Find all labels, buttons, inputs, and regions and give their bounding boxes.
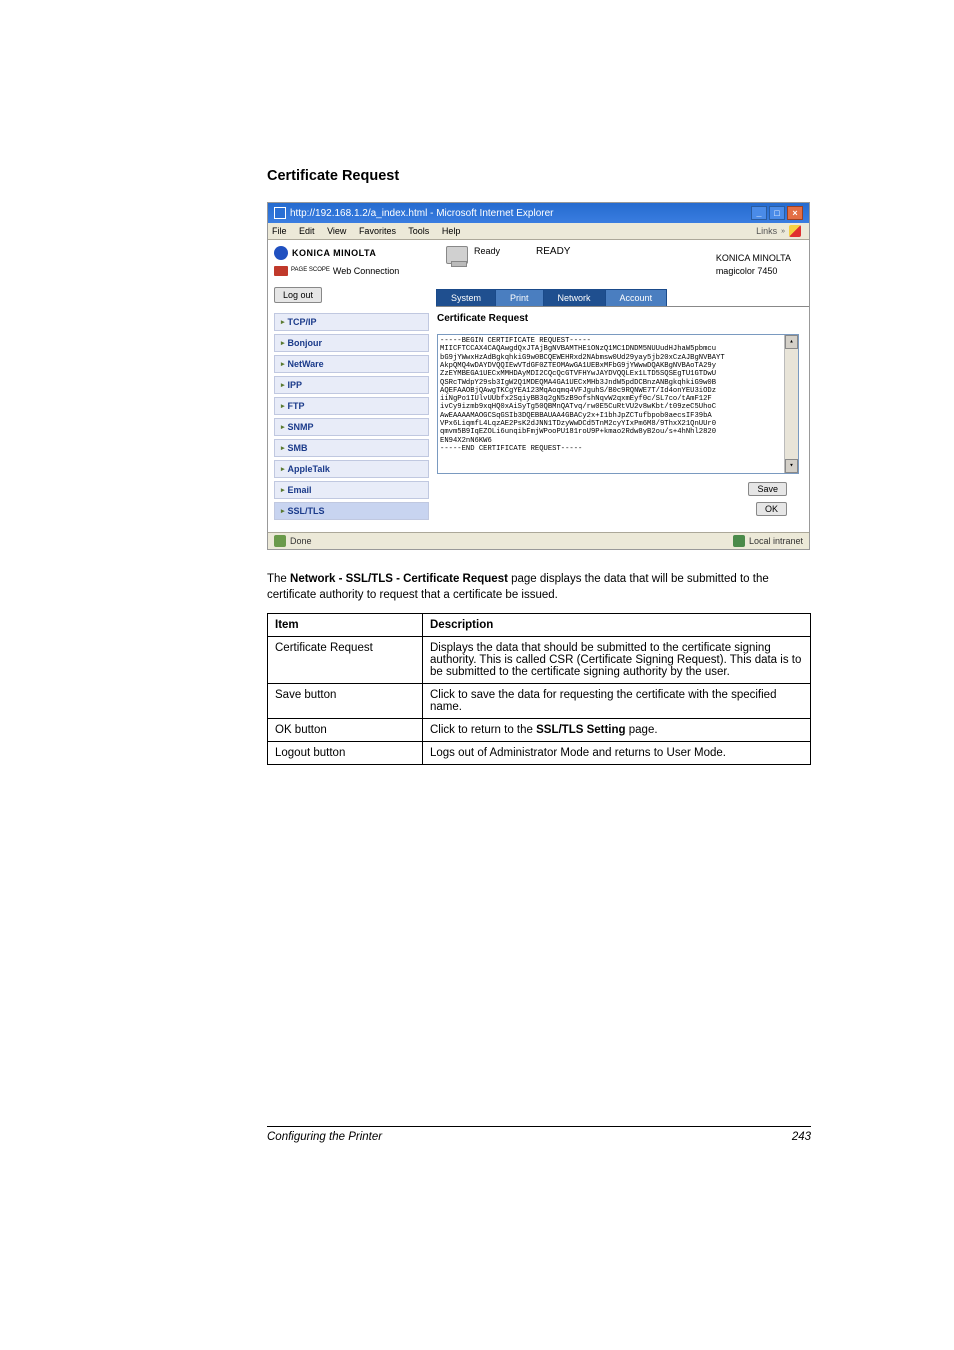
sidebar-item-ipp[interactable]: ▸IPP (274, 376, 429, 394)
status-done: Done (290, 536, 312, 546)
menu-favorites[interactable]: Favorites (359, 226, 396, 236)
close-icon[interactable]: × (787, 206, 803, 220)
links-label[interactable]: Links (756, 226, 777, 236)
tab-network[interactable]: Network (543, 289, 606, 306)
table-row: Save button Click to save the data for r… (268, 684, 811, 719)
page-title: Certificate Request (267, 168, 811, 184)
pagescope-prefix: PAGE SCOPE (291, 268, 330, 273)
save-button[interactable]: Save (748, 482, 787, 496)
printer-icon (446, 246, 468, 264)
chevron-right-icon: ▸ (281, 318, 285, 326)
tab-account[interactable]: Account (605, 289, 668, 306)
scroll-up-icon[interactable]: ▴ (785, 335, 798, 349)
status-zone: Local intranet (749, 536, 803, 546)
page-footer: Configuring the Printer 243 (267, 1126, 811, 1143)
tab-system[interactable]: System (436, 289, 496, 306)
sidebar-item-email[interactable]: ▸Email (274, 481, 429, 499)
window-title: http://192.168.1.2/a_index.html - Micros… (290, 208, 553, 219)
sidebar-item-ssltls[interactable]: ▸SSL/TLS (274, 502, 429, 520)
done-icon (274, 535, 286, 547)
chevron-right-icon: ▸ (281, 402, 285, 410)
printer-state: Ready (474, 246, 500, 256)
body-paragraph: The Network - SSL/TLS - Certificate Requ… (267, 572, 811, 603)
chevron-right-icon: ▸ (281, 444, 285, 452)
sidebar-item-bonjour[interactable]: ▸Bonjour (274, 334, 429, 352)
table-head-item: Item (268, 614, 423, 637)
logout-button[interactable]: Log out (274, 287, 322, 303)
minimize-icon[interactable]: _ (751, 206, 767, 220)
ie-status-bar: Done Local intranet (268, 532, 809, 549)
table-row: Logout button Logs out of Administrator … (268, 742, 811, 765)
sidebar-item-smb[interactable]: ▸SMB (274, 439, 429, 457)
scrollbar[interactable]: ▴▾ (784, 335, 798, 473)
km-logo-icon (274, 246, 288, 260)
table-head-description: Description (423, 614, 811, 637)
sidebar-item-netware[interactable]: ▸NetWare (274, 355, 429, 373)
printer-state-large: READY (536, 246, 570, 257)
window-titlebar: http://192.168.1.2/a_index.html - Micros… (268, 203, 809, 223)
menu-file[interactable]: File (272, 226, 287, 236)
header-brand: KONICA MINOLTA (716, 252, 791, 265)
scroll-down-icon[interactable]: ▾ (785, 459, 798, 473)
header-model: magicolor 7450 (716, 265, 791, 278)
section-title: Certificate Request (437, 313, 799, 324)
chevron-right-icon: ▸ (281, 423, 285, 431)
chevron-right-icon: ▸ (281, 360, 285, 368)
brand-label: KONICA MINOLTA (292, 248, 376, 258)
sidebar: ▸TCP/IP ▸Bonjour ▸NetWare ▸IPP ▸FTP ▸SNM… (268, 307, 435, 532)
chevron-right-icon: ▸ (281, 381, 285, 389)
menu-edit[interactable]: Edit (299, 226, 315, 236)
table-row: OK button Click to return to the SSL/TLS… (268, 719, 811, 742)
sidebar-item-appletalk[interactable]: ▸AppleTalk (274, 460, 429, 478)
tab-print[interactable]: Print (495, 289, 544, 306)
chevron-right-icon: ▸ (281, 465, 285, 473)
intranet-icon (733, 535, 745, 547)
menu-help[interactable]: Help (442, 226, 461, 236)
sidebar-item-ftp[interactable]: ▸FTP (274, 397, 429, 415)
maximize-icon[interactable]: □ (769, 206, 785, 220)
menu-tools[interactable]: Tools (408, 226, 429, 236)
chevron-right-icon: ▸ (281, 339, 285, 347)
chevron-right-icon: ▸ (281, 486, 285, 494)
security-shield-icon[interactable] (789, 225, 801, 237)
ie-icon (274, 207, 286, 219)
ie-menu-bar: File Edit View Favorites Tools Help Link… (268, 223, 809, 240)
certificate-request-screenshot: http://192.168.1.2/a_index.html - Micros… (267, 202, 810, 550)
web-connection-label: Web Connection (333, 266, 399, 276)
sidebar-item-snmp[interactable]: ▸SNMP (274, 418, 429, 436)
table-row: Certificate Request Displays the data th… (268, 637, 811, 684)
footer-page-number: 243 (792, 1131, 811, 1143)
certificate-request-textarea[interactable]: -----BEGIN CERTIFICATE REQUEST----- MIIC… (437, 334, 799, 474)
footer-section: Configuring the Printer (267, 1131, 382, 1143)
pagescope-icon (274, 266, 288, 276)
ok-button[interactable]: OK (756, 502, 787, 516)
sidebar-item-tcpip[interactable]: ▸TCP/IP (274, 313, 429, 331)
menu-view[interactable]: View (327, 226, 346, 236)
description-table: Item Description Certificate Request Dis… (267, 613, 811, 765)
chevron-right-icon: ▸ (281, 507, 285, 515)
